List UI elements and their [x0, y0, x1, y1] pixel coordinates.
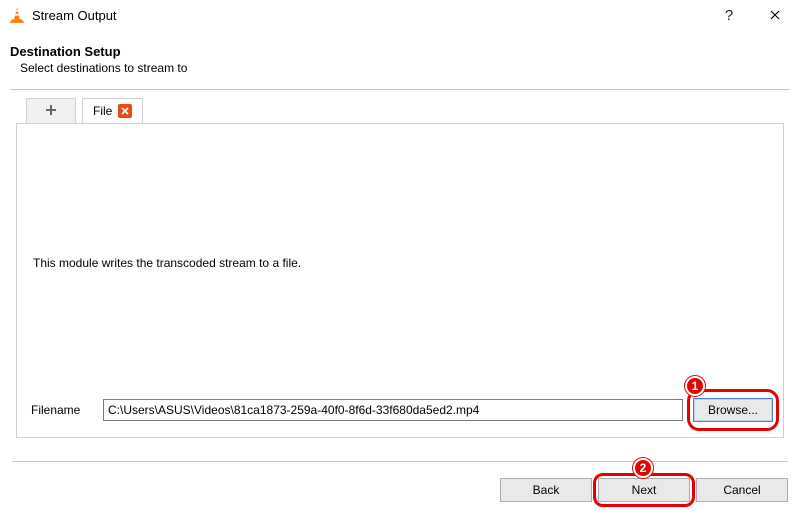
filename-label: Filename [31, 403, 93, 417]
browse-button[interactable]: Browse... [693, 398, 773, 422]
filename-input[interactable] [103, 399, 683, 421]
next-button[interactable]: Next [598, 478, 690, 502]
tab-close-icon[interactable] [118, 104, 132, 118]
close-icon [770, 10, 780, 20]
close-button[interactable] [752, 0, 798, 30]
tab-file-label: File [93, 104, 112, 118]
cancel-button[interactable]: Cancel [696, 478, 788, 502]
module-description: This module writes the transcoded stream… [33, 256, 301, 270]
add-destination-tab[interactable] [26, 98, 76, 124]
divider-bottom [12, 461, 788, 462]
tab-pane-file: This module writes the transcoded stream… [16, 123, 784, 438]
footer: Back Next 2 Cancel [0, 453, 800, 522]
filename-row: Filename Browse... 1 [31, 395, 773, 425]
plus-icon [45, 103, 57, 121]
tab-file[interactable]: File [82, 98, 143, 124]
annotation-badge-2: 2 [633, 458, 653, 478]
page-subtitle: Select destinations to stream to [10, 61, 784, 75]
window-title: Stream Output [32, 8, 117, 23]
footer-buttons: Back Next 2 Cancel [12, 472, 788, 502]
divider-top [10, 89, 790, 90]
page-title: Destination Setup [10, 44, 784, 59]
back-button[interactable]: Back [500, 478, 592, 502]
annotation-badge-1: 1 [685, 376, 705, 396]
header: Destination Setup Select destinations to… [0, 30, 800, 83]
help-button[interactable]: ? [706, 0, 752, 30]
titlebar: Stream Output ? [0, 0, 800, 30]
vlc-cone-icon [8, 6, 26, 24]
tabbar: File [16, 96, 784, 124]
help-icon: ? [725, 7, 733, 24]
body: File This module writes the transcoded s… [0, 96, 800, 438]
